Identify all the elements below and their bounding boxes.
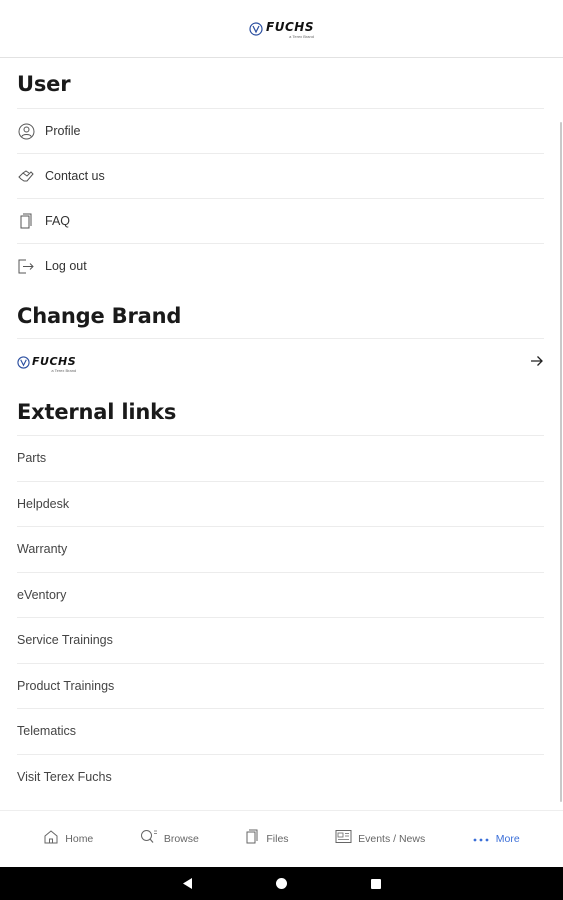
brand-option-logo: FUCHS a Terex Brand	[17, 352, 76, 373]
nav-tab-browse[interactable]: Browse	[140, 829, 199, 849]
external-link-label: eVentory	[17, 588, 67, 602]
external-link-label: Warranty	[17, 542, 68, 556]
files-icon	[245, 828, 260, 850]
arrow-right-icon	[530, 354, 544, 372]
brand-logo: FUCHS a Terex Brand	[249, 18, 314, 39]
menu-item-label: Contact us	[45, 169, 105, 183]
documents-icon	[17, 212, 35, 230]
nav-label: Events / News	[358, 833, 426, 845]
more-menu-content[interactable]: User Profile Contact us FAQ Log out Chan…	[0, 58, 563, 810]
search-icon	[140, 829, 158, 849]
brand-option-subtitle: a Terex Brand	[51, 368, 77, 373]
external-link-parts[interactable]: Parts	[17, 435, 544, 480]
logout-icon	[17, 257, 35, 275]
external-link-product-trainings[interactable]: Product Trainings	[17, 663, 544, 708]
fuchs-emblem-icon	[17, 356, 30, 369]
nav-tab-home[interactable]: Home	[43, 829, 93, 849]
menu-item-log-out[interactable]: Log out	[17, 243, 544, 288]
nav-label: Files	[266, 833, 289, 845]
home-icon	[43, 829, 59, 849]
back-icon[interactable]	[180, 876, 196, 892]
external-link-label: Helpdesk	[17, 497, 70, 511]
nav-label: Home	[65, 833, 94, 845]
home-circle-icon[interactable]	[274, 876, 290, 892]
scrollbar[interactable]	[560, 122, 562, 802]
section-title-external-links: External links	[17, 400, 177, 424]
app-header: FUCHS a Terex Brand	[0, 0, 563, 58]
system-navigation-bar	[0, 867, 563, 900]
external-link-helpdesk[interactable]: Helpdesk	[17, 481, 544, 526]
handshake-icon	[17, 167, 35, 185]
external-link-label: Visit Terex Fuchs	[17, 770, 112, 784]
menu-item-contact-us[interactable]: Contact us	[17, 153, 544, 198]
recents-square-icon[interactable]	[368, 876, 384, 892]
section-title-user: User	[17, 72, 71, 96]
nav-label: More	[495, 833, 520, 845]
brand-option-name: FUCHS	[32, 355, 77, 368]
nav-tab-files[interactable]: Files	[245, 828, 289, 850]
nav-label: Browse	[163, 833, 199, 845]
section-title-change-brand: Change Brand	[17, 304, 182, 328]
menu-item-label: Profile	[45, 124, 81, 138]
external-link-telematics[interactable]: Telematics	[17, 708, 544, 753]
more-dots-icon	[472, 830, 490, 848]
news-icon	[335, 829, 352, 849]
menu-item-profile[interactable]: Profile	[17, 108, 544, 153]
brand-subtitle: a Terex Brand	[289, 34, 314, 39]
external-link-eventory[interactable]: eVentory	[17, 572, 544, 617]
brand-selector-fuchs[interactable]: FUCHS a Terex Brand	[17, 338, 544, 386]
person-circle-icon	[17, 122, 35, 140]
external-link-label: Telematics	[17, 724, 77, 738]
external-link-label: Product Trainings	[17, 679, 115, 693]
menu-item-label: Log out	[45, 259, 87, 273]
external-link-label: Parts	[17, 451, 47, 465]
external-link-label: Service Trainings	[17, 633, 113, 647]
brand-name: FUCHS	[266, 20, 314, 34]
external-link-warranty[interactable]: Warranty	[17, 526, 544, 571]
menu-item-label: FAQ	[45, 214, 71, 228]
fuchs-emblem-icon	[249, 21, 263, 36]
external-link-visit-terex-fuchs[interactable]: Visit Terex Fuchs	[17, 754, 544, 799]
nav-tab-more[interactable]: More	[472, 830, 520, 848]
bottom-navigation: Home Browse Files Events / News More	[0, 810, 563, 867]
menu-item-faq[interactable]: FAQ	[17, 198, 544, 243]
external-link-service-trainings[interactable]: Service Trainings	[17, 617, 544, 662]
nav-tab-events-news[interactable]: Events / News	[335, 829, 425, 849]
